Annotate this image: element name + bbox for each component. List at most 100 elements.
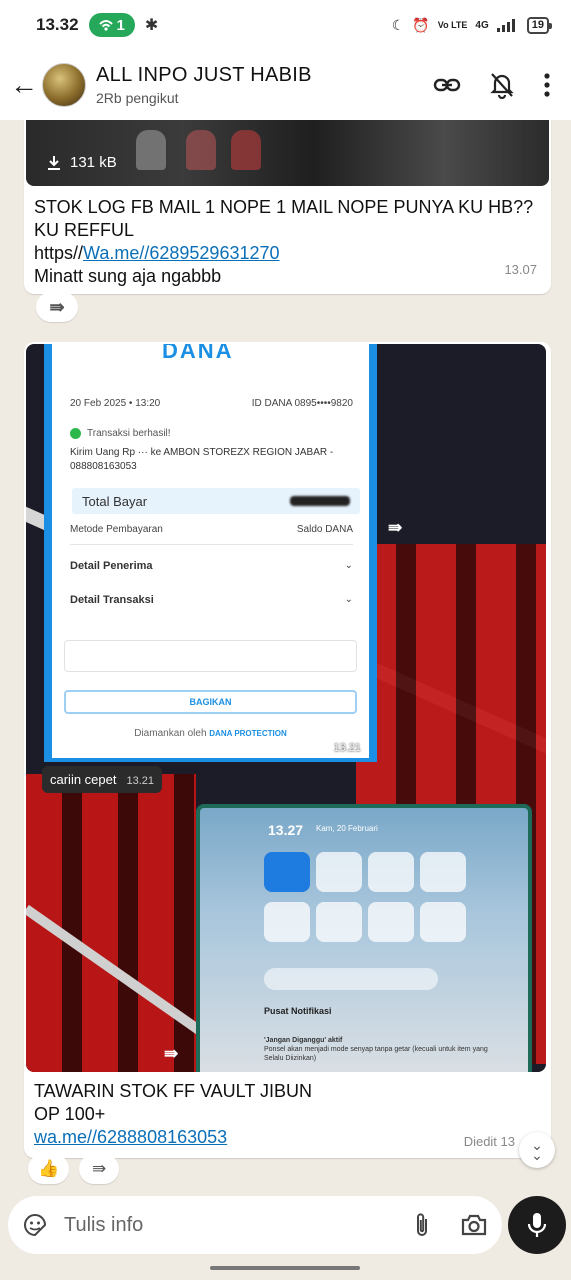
control-center-screenshot: 13.27 Kam, 20 Februari Pusat Notifikasi …: [196, 804, 532, 1072]
dana-logo: DANA: [162, 344, 234, 363]
image-figure: [231, 130, 261, 170]
battery-level: 19: [531, 18, 544, 31]
reaction-emoji: 👍: [38, 1159, 60, 1178]
image-caption: cariin cepet 13.21: [42, 766, 163, 793]
follower-count: 2Rb pengikut: [96, 90, 179, 106]
dana-receipt: DANA 20 Feb 2025 • 13:20 ID DANA 0895•••…: [44, 344, 377, 762]
receipt-total: Total Bayar: [72, 488, 360, 514]
message-line: OP 100+: [34, 1104, 106, 1124]
input-placeholder: Tulis info: [64, 1213, 144, 1236]
forward-button[interactable]: ⇛: [79, 1154, 120, 1184]
redacted-amount: [290, 496, 350, 506]
message-input[interactable]: Tulis info: [8, 1196, 502, 1254]
bell-off-icon[interactable]: [489, 71, 515, 99]
chevron-down-icon: ⌄: [344, 560, 353, 571]
mic-icon: [527, 1213, 547, 1237]
receipt-header: 20 Feb 2025 • 13:20 ID DANA 0895••••9820: [70, 398, 353, 409]
receipt-status: Transaksi berhasil!: [70, 428, 171, 439]
scroll-down-button[interactable]: ⌄ ⌄: [519, 1132, 555, 1168]
message-time: Diedit 13: [463, 1134, 515, 1149]
scan-tile: [316, 902, 362, 942]
bluetooth-tile: [420, 852, 466, 892]
message-line-link: https//Wa.me//6289529631270: [34, 242, 534, 265]
forward-icon: ⇛: [49, 296, 65, 317]
hotspot-badge: 1: [88, 13, 135, 37]
cc-dnd-title: 'Jangan Diganggu' aktif: [264, 1037, 343, 1044]
message-link[interactable]: Wa.me//6289529631270: [83, 243, 279, 263]
signal-icon: [496, 19, 515, 32]
home-indicator[interactable]: [210, 1266, 360, 1270]
file-size: 131 kB: [70, 154, 117, 171]
channel-header: ← ALL INPO JUST HABIB 2Rb pengikut: [0, 50, 571, 120]
caption-time: 13.21: [126, 775, 155, 787]
message-image[interactable]: 131 kB: [26, 120, 549, 186]
channel-avatar[interactable]: [42, 63, 86, 107]
download-badge[interactable]: 131 kB: [46, 154, 117, 171]
secured-by: Diamankan oleh: [134, 728, 207, 739]
message-text: TAWARIN STOK FF VAULT JIBUN OP 100+ wa.m…: [34, 1080, 534, 1149]
metode-value: Saldo DANA: [296, 524, 353, 535]
mic-button[interactable]: [508, 1196, 566, 1254]
receipt-time: 13.21: [333, 742, 361, 754]
message-bubble[interactable]: 131 kB STOK LOG FB MAIL 1 NOPE 1 MAIL NO…: [24, 120, 551, 294]
reaction-chip[interactable]: 👍: [28, 1154, 70, 1184]
detail-transaksi: Detail Transaksi: [70, 594, 154, 606]
data-tile: [316, 852, 362, 892]
status-time: 13.32: [36, 15, 79, 34]
header-actions: [433, 71, 551, 99]
dana-protection: DANA PROTECTION: [209, 729, 287, 738]
eye-tile: [420, 902, 466, 942]
forward-button[interactable]: ⇛: [36, 292, 78, 322]
clean-tile: [368, 902, 414, 942]
more-vertical-icon[interactable]: [543, 72, 551, 98]
channel-title: ALL INPO JUST HABIB: [96, 64, 312, 86]
volte-label: Vo LTE: [437, 19, 468, 30]
silent-tile: [368, 852, 414, 892]
caption-text: cariin cepet: [50, 772, 117, 787]
cc-dnd-text: Ponsel akan menjadi mode senyap tanpa ge…: [264, 1046, 488, 1062]
message-image[interactable]: DANA 20 Feb 2025 • 13:20 ID DANA 0895•••…: [26, 344, 546, 1072]
image-figure: [136, 130, 166, 170]
back-arrow-icon[interactable]: ←: [6, 69, 42, 101]
receipt-id: ID DANA 0895••••9820: [251, 398, 353, 409]
status-right: ☾ ⏰ Vo LTE 4G 19: [391, 16, 553, 34]
attach-icon[interactable]: [414, 1211, 430, 1239]
moon-icon: ☾: [391, 16, 405, 33]
forward-icon: ⇛: [388, 518, 403, 537]
receipt-kirim: Kirim Uang Rp ··· ke AMBON STOREZX REGIO…: [70, 447, 334, 472]
message-link[interactable]: wa.me//6288808163053: [34, 1126, 534, 1149]
message-line: Minatt sung aja ngabbb: [34, 266, 222, 286]
hotspot-count: 1: [116, 16, 125, 34]
chevron-down-icon: ⌄: [344, 594, 353, 605]
wifi-tile: [264, 852, 310, 892]
metode-label: Metode Pembayaran: [70, 524, 163, 535]
divider: [70, 544, 353, 545]
chat-area[interactable]: 131 kB STOK LOG FB MAIL 1 NOPE 1 MAIL NO…: [0, 120, 571, 1194]
sticker-icon[interactable]: [22, 1212, 48, 1238]
receipt-transaksi: Detail Transaksi ⌄: [70, 594, 353, 606]
double-chevron-down-icon: ⌄ ⌄: [531, 1137, 543, 1163]
message-line: TAWARIN STOK FF VAULT JIBUN: [34, 1081, 313, 1101]
cc-dnd: 'Jangan Diganggu' aktif Ponsel akan menj…: [264, 1036, 494, 1063]
detail-penerima: Detail Penerima: [70, 560, 153, 572]
message-bubble[interactable]: DANA 20 Feb 2025 • 13:20 ID DANA 0895•••…: [24, 342, 551, 1158]
download-icon: [48, 155, 60, 170]
message-time: 13.07: [504, 262, 537, 277]
message-text: STOK LOG FB MAIL 1 NOPE 1 MAIL NOPE PUNY…: [34, 196, 534, 288]
channel-info[interactable]: ALL INPO JUST HABIB 2Rb pengikut: [96, 64, 312, 106]
message-line: STOK LOG FB MAIL 1 NOPE 1 MAIL NOPE PUNY…: [34, 197, 534, 240]
brightness-slider: [264, 968, 438, 990]
input-actions: [414, 1211, 488, 1239]
camera-icon[interactable]: [460, 1213, 488, 1237]
receipt-footer: Diamankan oleh DANA PROTECTION: [52, 728, 369, 739]
link-icon[interactable]: [433, 71, 461, 99]
receipt-status-text: Transaksi berhasil!: [87, 428, 171, 439]
bagikan-button: BAGIKAN: [64, 690, 357, 714]
link-prefix: https//: [34, 243, 84, 263]
receipt-date: 20 Feb 2025 • 13:20: [70, 398, 161, 409]
cc-time: 13.27: [268, 822, 304, 838]
total-label: Total Bayar: [82, 493, 148, 509]
cc-date: Kam, 20 Februari: [316, 824, 378, 833]
gear-icon: ✱: [144, 17, 159, 34]
status-bar: 13.32 1 ✱ ☾ ⏰ Vo LTE 4G 19: [0, 0, 571, 50]
